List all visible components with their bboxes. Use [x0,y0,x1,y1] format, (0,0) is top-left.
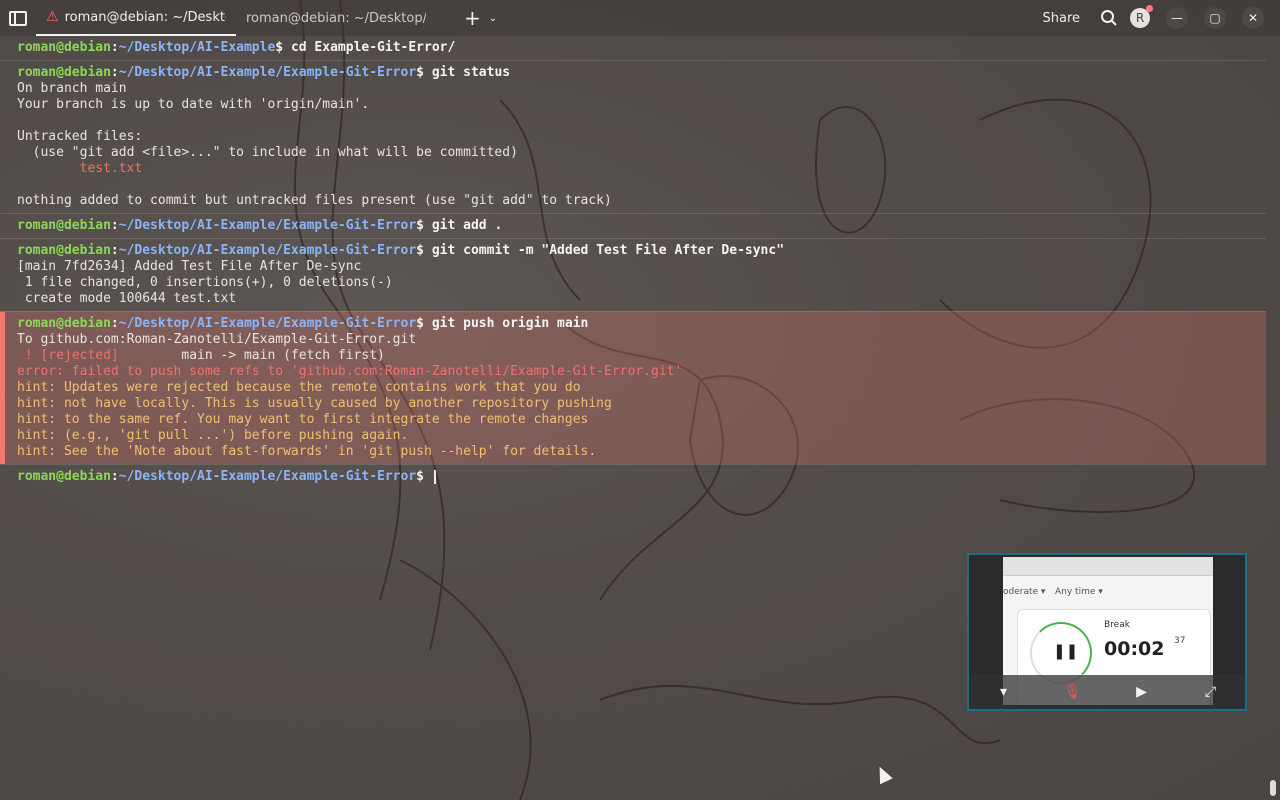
error-line: error: failed to push some refs to 'gith… [17,364,683,379]
preview-filter: oderate ▾ [1003,587,1046,597]
collapse-icon[interactable]: ▾ [992,684,1016,700]
tab-title: roman@debian: ~/Desktop/ [64,9,226,25]
output-line: 1 file changed, 0 insertions(+), 0 delet… [17,275,393,290]
prompt-line: roman@debian:~/Desktop/AI-Example/Exampl… [17,65,511,80]
minimize-icon: — [1171,11,1183,25]
prompt-user: roman@debian [17,40,111,55]
prompt-user: roman@debian [17,65,111,80]
command-block: roman@debian:~/Desktop/AI-Example/Exampl… [0,60,1266,213]
command-text: cd Example-Git-Error/ [290,40,456,55]
timer-seconds: 37 [1174,636,1186,646]
warning-icon: ⚠ [46,9,59,25]
output-line: Your branch is up to date with 'origin/m… [17,97,370,112]
prompt-path: ~/Desktop/AI-Example/Example-Git-Error [118,65,417,80]
prompt-path: ~/Desktop/AI-Example/Example-Git-Error [118,218,417,233]
close-icon: ✕ [1247,11,1259,25]
sidebar-toggle-button[interactable] [0,0,36,36]
output-line: nothing added to commit but untracked fi… [17,193,612,208]
prompt-path: ~/Desktop/AI-Example/Example-Git-Error [118,469,417,484]
chevron-down-icon[interactable]: ⌄ [489,13,497,24]
maximize-icon: ▢ [1209,11,1221,25]
prompt-line: roman@debian:~/Desktop/AI-Example/Exampl… [17,218,503,233]
command-text: git add . [431,218,503,233]
prompt-sep: : [110,218,119,233]
pip-controls: ▾ 🎙 ▶ ⤢ [969,675,1245,709]
output-line: On branch main [17,81,127,96]
terminal-output[interactable]: roman@debian:~/Desktop/AI-Example$ cd Ex… [0,36,1266,489]
hint-line: hint: See the 'Note about fast-forwards'… [17,444,597,459]
mic-muted-icon[interactable]: 🎙 [1061,684,1085,700]
prompt-path: ~/Desktop/AI-Example/Example-Git-Error [118,316,417,331]
prompt-user: roman@debian [17,243,111,258]
output-line: (use "git add <file>..." to include in w… [17,145,518,160]
timer-label: Break [1104,620,1130,630]
camera-off-icon[interactable]: ▶ [1130,684,1154,700]
expand-icon[interactable]: ⤢ [1199,684,1223,700]
error-command-block: roman@debian:~/Desktop/AI-Example/Exampl… [0,311,1266,464]
command-text: git commit -m "Added Test File After De-… [431,243,785,258]
preview-filter: Any time ▾ [1055,587,1103,597]
picture-in-picture-window[interactable]: oderate ▾ Any time ▾ ❚❚ Break 00:02 37 ▾… [967,553,1247,711]
output-line: Untracked files: [17,129,143,144]
hint-line: hint: not have locally. This is usually … [17,396,612,411]
timer-value: 00:02 [1104,638,1165,660]
command-block: roman@debian:~/Desktop/AI-Example/Exampl… [0,213,1266,238]
search-icon[interactable] [1100,9,1118,27]
prompt-user: roman@debian [17,469,111,484]
active-prompt-block: roman@debian:~/Desktop/AI-Example/Exampl… [0,464,1266,489]
prompt-sep: : [110,65,119,80]
notification-dot [1146,5,1153,12]
prompt-sep: : [110,469,119,484]
prompt-sep: : [110,316,119,331]
avatar[interactable]: R [1130,5,1153,28]
tab-title: roman@debian: ~/Desktop/Por [246,10,426,26]
command-text: git push origin main [431,316,589,331]
rejected-line: ! [rejected] main -> main (fetch first) [17,348,1266,364]
sidebar-icon [9,10,27,26]
prompt-line: roman@debian:~/Desktop/AI-Example/Exampl… [17,243,785,258]
tab-bar: ⚠ roman@debian: ~/Desktop/ roman@debian:… [0,0,1280,36]
tab-terminal-2[interactable]: roman@debian: ~/Desktop/Por [236,0,436,36]
pause-icon: ❚❚ [1053,642,1079,660]
minimize-button[interactable]: — [1166,7,1188,29]
prompt-line: roman@debian:~/Desktop/AI-Example/Exampl… [17,469,1266,485]
rejected-label: ! [rejected] [17,348,119,363]
plus-icon[interactable]: + [464,6,481,30]
prompt-line: roman@debian:~/Desktop/AI-Example$ cd Ex… [17,40,456,55]
hint-line: hint: (e.g., 'git pull ...') before push… [17,428,409,443]
maximize-button[interactable]: ▢ [1204,7,1226,29]
tab-terminal-1[interactable]: ⚠ roman@debian: ~/Desktop/ [36,0,236,36]
hint-line: hint: to the same ref. You may want to f… [17,412,589,427]
command-block: roman@debian:~/Desktop/AI-Example$ cd Ex… [0,36,1266,60]
avatar-initial: R [1135,11,1145,25]
output-line: To github.com:Roman-Zanotelli/Example-Gi… [17,332,417,347]
scrollbar[interactable] [1270,780,1276,796]
command-text: git status [431,65,511,80]
output-line: [main 7fd2634] Added Test File After De-… [17,259,362,274]
prompt-sep: : [110,40,119,55]
text-cursor [433,469,436,484]
share-button[interactable]: Share [1042,11,1080,26]
prompt-user: roman@debian [17,218,111,233]
prompt-path: ~/Desktop/AI-Example/Example-Git-Error [118,243,417,258]
output-line: create mode 100644 test.txt [17,291,237,306]
prompt-user: roman@debian [17,316,111,331]
close-button[interactable]: ✕ [1242,7,1264,29]
hint-line: hint: Updates were rejected because the … [17,380,581,395]
command-block: roman@debian:~/Desktop/AI-Example/Exampl… [0,238,1266,311]
untracked-file: test.txt [17,161,143,176]
preview-browser-bar [1003,557,1213,576]
prompt-sep: : [110,243,119,258]
prompt-line: roman@debian:~/Desktop/AI-Example/Exampl… [17,316,589,331]
prompt-path: ~/Desktop/AI-Example [118,40,276,55]
rejected-detail: main -> main (fetch first) [118,348,385,363]
